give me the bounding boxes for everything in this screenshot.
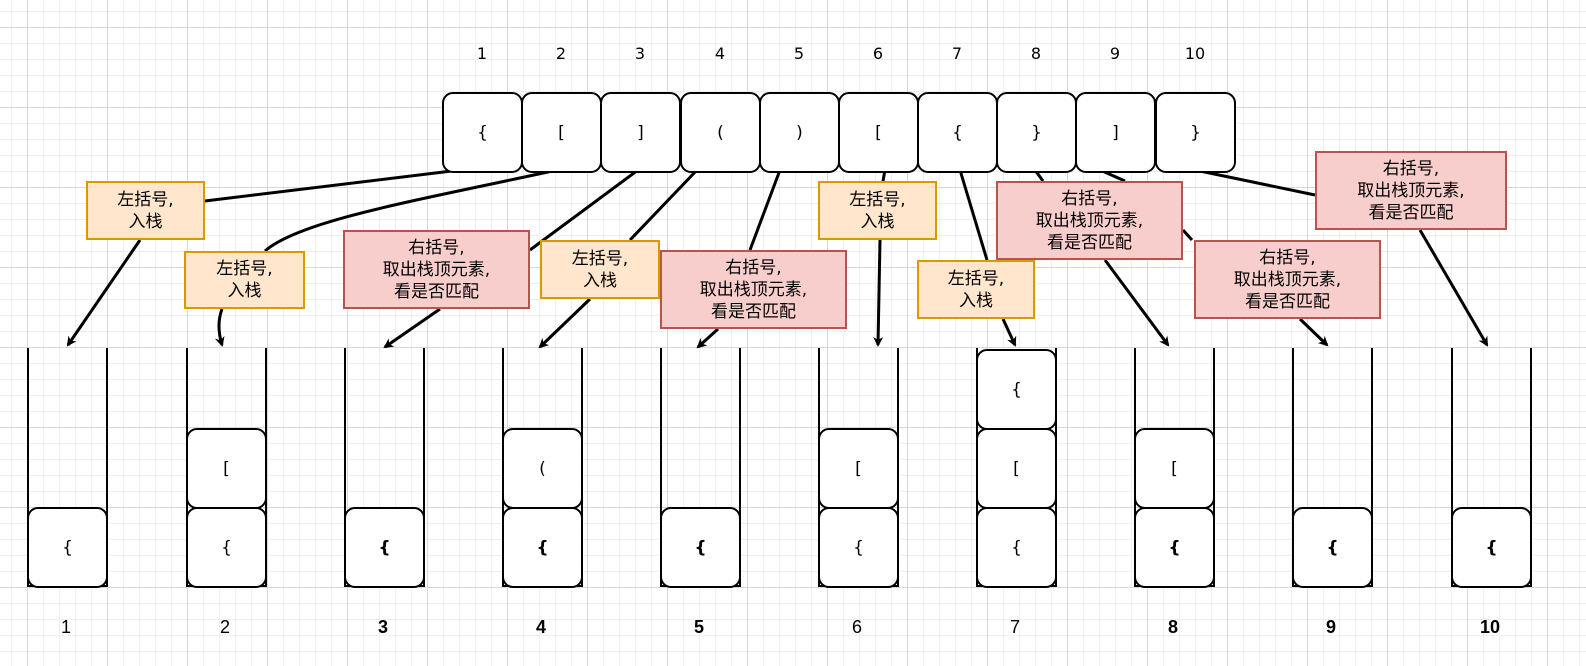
push-note: 左括号, 入栈 xyxy=(184,251,305,309)
connector-line xyxy=(748,169,782,251)
input-char-cell: [ xyxy=(838,92,919,173)
input-char-cell: [ xyxy=(521,92,602,173)
connector-line xyxy=(1194,168,1316,197)
arrow-to-stack xyxy=(696,327,720,349)
arrow-to-stack xyxy=(383,307,441,349)
stack-item: { xyxy=(27,507,108,588)
stack-item: { xyxy=(660,507,741,588)
stack-item: { xyxy=(1451,507,1532,588)
arrow-to-stack xyxy=(538,297,592,349)
arrow-to-stack xyxy=(1001,318,1017,347)
arrow-to-stack xyxy=(214,308,225,347)
input-char-cell: { xyxy=(917,92,998,173)
arrow-to-stack xyxy=(1103,259,1170,347)
pop-note: 右括号, 取出栈顶元素, 看是否匹配 xyxy=(1194,240,1381,319)
stack-item: [ xyxy=(818,428,899,509)
pop-note: 右括号, 取出栈顶元素, 看是否匹配 xyxy=(660,250,847,329)
stack-item: { xyxy=(344,507,425,588)
stack-item: [ xyxy=(1134,428,1215,509)
input-char-cell: ] xyxy=(600,92,681,173)
arrow-to-stack xyxy=(66,239,142,347)
arrow-to-stack xyxy=(873,239,884,347)
pop-note: 右括号, 取出栈顶元素, 看是否匹配 xyxy=(343,230,530,309)
connector-line xyxy=(204,168,461,203)
pop-note: 右括号, 取出栈顶元素, 看是否匹配 xyxy=(1315,151,1507,230)
arrow-to-stack xyxy=(1298,317,1329,347)
stack-item: { xyxy=(1134,507,1215,588)
connector-line xyxy=(529,168,639,252)
pop-note: 右括号, 取出栈顶元素, 看是否匹配 xyxy=(996,181,1183,260)
input-char-cell: ( xyxy=(680,92,761,173)
stack-item: { xyxy=(1292,507,1373,588)
input-char-cell: ) xyxy=(759,92,840,173)
push-note: 左括号, 入栈 xyxy=(86,181,205,240)
stack-item: { xyxy=(976,507,1057,588)
input-char-cell: ] xyxy=(1075,92,1156,173)
connector-line xyxy=(958,169,989,261)
arrow-to-stack xyxy=(1418,229,1489,347)
push-note: 左括号, 入栈 xyxy=(818,181,937,240)
push-note: 左括号, 入栈 xyxy=(540,240,660,299)
stack-item: [ xyxy=(976,428,1057,509)
stack-item: { xyxy=(186,507,267,588)
stack-item: { xyxy=(818,507,899,588)
stack-item: { xyxy=(976,349,1057,430)
stack-item: [ xyxy=(186,428,267,509)
stack-item: { xyxy=(502,507,583,588)
connector-line xyxy=(628,168,699,242)
push-note: 左括号, 入栈 xyxy=(917,260,1035,319)
stack-item: ( xyxy=(502,428,583,509)
input-char-cell: } xyxy=(996,92,1077,173)
input-char-cell: { xyxy=(442,92,523,173)
input-char-cell: } xyxy=(1155,92,1236,173)
